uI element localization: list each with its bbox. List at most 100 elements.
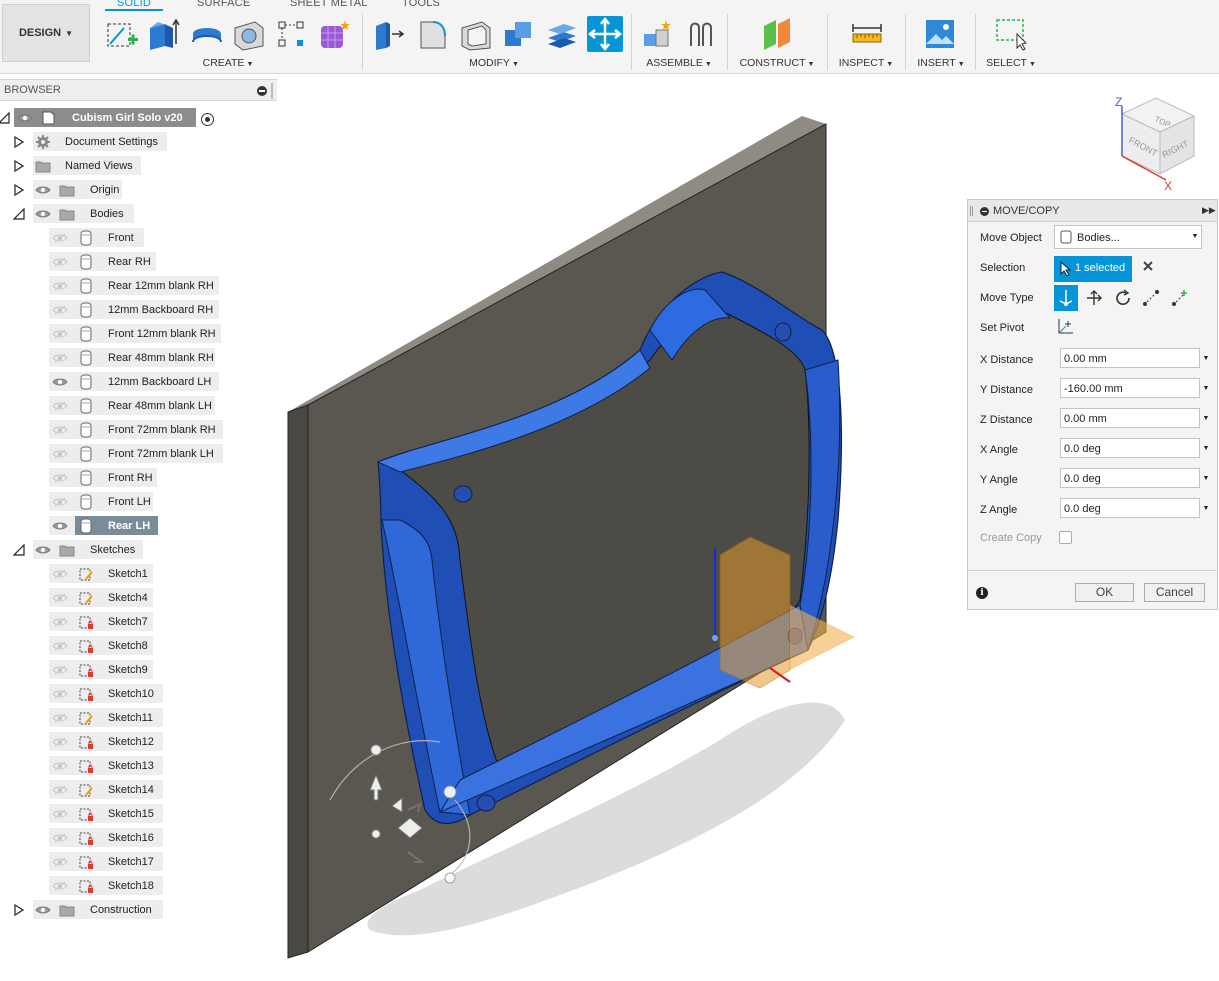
eye-hidden-icon[interactable] <box>52 281 68 291</box>
body-item[interactable]: Front LH <box>0 491 277 513</box>
node-pill[interactable]: Origin <box>33 180 122 199</box>
node-pill[interactable]: Sketch15 <box>49 804 163 823</box>
body-item[interactable]: 12mm Backboard LH <box>0 371 277 393</box>
fillet-button[interactable] <box>415 16 451 52</box>
tab-surface[interactable]: SURFACE <box>197 0 250 9</box>
eye-hidden-icon[interactable] <box>52 881 68 891</box>
offset-face-button[interactable] <box>544 16 580 52</box>
body-item[interactable]: 12mm Backboard RH <box>0 299 277 321</box>
pin-handle[interactable] <box>271 83 273 99</box>
node-pill[interactable]: Rear 48mm blank RH <box>49 348 215 367</box>
chevron-down-icon[interactable]: ▼ <box>1199 379 1213 398</box>
chevron-down-icon[interactable]: ▼ <box>1199 499 1213 518</box>
tab-solid[interactable]: SOLID <box>105 0 164 11</box>
eye-hidden-icon[interactable] <box>52 617 68 627</box>
y-angle-input[interactable]: 0.0 deg ▼ <box>1060 468 1209 488</box>
node-pill[interactable]: Sketch1 <box>49 564 153 583</box>
sketch-item[interactable]: Sketch13 <box>0 755 277 777</box>
eye-hidden-icon[interactable] <box>52 449 68 459</box>
rotate-button[interactable] <box>1111 285 1135 311</box>
node-pill[interactable]: Sketch10 <box>49 684 163 703</box>
node-pill[interactable]: Sketch12 <box>49 732 163 751</box>
sketch-item[interactable]: Sketch12 <box>0 731 277 753</box>
body-item[interactable]: Front 72mm blank LH <box>0 443 277 465</box>
free-move-button[interactable] <box>1054 285 1078 311</box>
node-pill[interactable]: Sketch8 <box>49 636 153 655</box>
eye-hidden-icon[interactable] <box>52 233 68 243</box>
ok-button[interactable]: OK <box>1075 583 1134 602</box>
z-angle-input[interactable]: 0.0 deg ▼ <box>1060 498 1209 518</box>
sketch-item[interactable]: Sketch16 <box>0 827 277 849</box>
eye-hidden-icon[interactable] <box>52 737 68 747</box>
tree-node-construction[interactable]: Construction <box>0 899 277 921</box>
eye-hidden-icon[interactable] <box>52 833 68 843</box>
sketch-item[interactable]: Sketch15 <box>0 803 277 825</box>
node-pill[interactable]: Sketch17 <box>49 852 163 871</box>
body-item[interactable]: Rear 12mm blank RH <box>0 275 277 297</box>
expand-arrow-icon[interactable] <box>13 184 25 196</box>
y-distance-input[interactable]: -160.00 mm ▼ <box>1060 378 1209 398</box>
node-pill[interactable]: 12mm Backboard RH <box>49 300 219 319</box>
shell-button[interactable] <box>458 16 494 52</box>
sketch-item[interactable]: Sketch14 <box>0 779 277 801</box>
workspace-switcher-button[interactable]: DESIGN ▼ <box>2 4 90 62</box>
body-item[interactable]: Front 12mm blank RH <box>0 323 277 345</box>
eye-hidden-icon[interactable] <box>52 641 68 651</box>
eye-icon[interactable] <box>35 905 51 915</box>
eye-hidden-icon[interactable] <box>52 569 68 579</box>
node-pill[interactable]: Cubism Girl Solo v20 <box>14 108 196 127</box>
insert-canvas-button[interactable] <box>922 16 958 52</box>
drag-handle-icon[interactable] <box>970 206 973 216</box>
chevron-down-icon[interactable]: ▼ <box>1199 349 1213 368</box>
tree-root[interactable]: Cubism Girl Solo v20 <box>0 107 277 129</box>
node-pill[interactable]: Rear 12mm blank RH <box>49 276 219 295</box>
eye-hidden-icon[interactable] <box>52 473 68 483</box>
z-distance-input[interactable]: 0.00 mm ▼ <box>1060 408 1209 428</box>
eye-hidden-icon[interactable] <box>52 785 68 795</box>
node-pill[interactable]: Front 72mm blank LH <box>49 444 223 463</box>
measure-button[interactable] <box>849 16 885 52</box>
eye-hidden-icon[interactable] <box>52 497 68 507</box>
construct-menu[interactable]: CONSTRUCT ▼ <box>740 57 815 69</box>
eye-hidden-icon[interactable] <box>52 713 68 723</box>
expand-arrow-icon[interactable] <box>13 904 25 916</box>
body-item[interactable]: Rear 48mm blank RH <box>0 347 277 369</box>
node-pill[interactable]: Rear 48mm blank LH <box>49 396 215 415</box>
move-object-select[interactable]: Bodies... ▼ <box>1054 225 1202 249</box>
eye-icon[interactable] <box>52 521 68 531</box>
create-sketch-button[interactable] <box>104 16 140 52</box>
node-pill[interactable]: Sketches <box>33 540 143 559</box>
extrude-button[interactable] <box>145 16 181 52</box>
modify-menu[interactable]: MODIFY ▼ <box>469 57 519 69</box>
eye-hidden-icon[interactable] <box>52 761 68 771</box>
eye-hidden-icon[interactable] <box>52 305 68 315</box>
sketch-item[interactable]: Sketch7 <box>0 611 277 633</box>
collapse-dialog-icon[interactable] <box>980 207 989 216</box>
eye-hidden-icon[interactable] <box>52 665 68 675</box>
node-pill[interactable]: Construction <box>33 900 163 919</box>
new-component-button[interactable] <box>640 16 676 52</box>
sketch-item[interactable]: Sketch4 <box>0 587 277 609</box>
node-pill[interactable]: Sketch4 <box>49 588 153 607</box>
expand-arrow-icon[interactable] <box>13 136 25 148</box>
eye-hidden-icon[interactable] <box>52 593 68 603</box>
chevron-down-icon[interactable]: ▼ <box>1199 469 1213 488</box>
view-cube[interactable]: TOP FRONT RIGHT Z X <box>1108 92 1208 193</box>
collapse-arrow-icon[interactable] <box>13 208 25 220</box>
body-item[interactable]: Rear RH <box>0 251 277 273</box>
eye-icon[interactable] <box>35 185 51 195</box>
eye-hidden-icon[interactable] <box>52 689 68 699</box>
node-pill[interactable]: Front 12mm blank RH <box>49 324 221 343</box>
node-pill[interactable]: Front 72mm blank RH <box>49 420 223 439</box>
tree-node-sketches[interactable]: Sketches <box>0 539 277 561</box>
point-to-position-button[interactable] <box>1168 285 1192 311</box>
pattern-button[interactable] <box>273 16 309 52</box>
collapse-browser-icon[interactable] <box>257 86 267 96</box>
node-pill[interactable]: Sketch9 <box>49 660 153 679</box>
x-angle-input[interactable]: 0.0 deg ▼ <box>1060 438 1209 458</box>
eye-icon[interactable] <box>52 377 68 387</box>
info-icon[interactable]: i <box>976 587 988 599</box>
press-pull-button[interactable] <box>372 16 408 52</box>
eye-icon[interactable] <box>35 545 51 555</box>
x-distance-input[interactable]: 0.00 mm ▼ <box>1060 348 1209 368</box>
